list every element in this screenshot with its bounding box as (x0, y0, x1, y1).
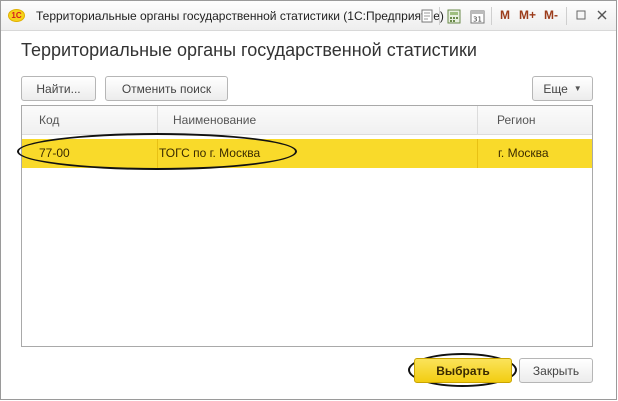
toolbar-divider (439, 7, 440, 25)
results-table: Код Наименование Регион 77-00 ТОГС по г.… (21, 105, 593, 347)
memory-plus-button[interactable]: M+ (519, 8, 536, 22)
window-title: Территориальные органы государственной с… (36, 9, 444, 23)
memory-minus-button[interactable]: M- (544, 8, 558, 22)
find-button[interactable]: Найти... (21, 76, 96, 101)
dialog-window: 1С Территориальные органы государственно… (0, 0, 617, 400)
column-divider (477, 139, 478, 168)
memory-m-button[interactable]: M (500, 8, 510, 22)
page-title: Территориальные органы государственной с… (21, 40, 477, 60)
calendar-day: 31 (473, 15, 482, 23)
calendar-icon[interactable]: 31 (469, 8, 485, 24)
cancel-search-button[interactable]: Отменить поиск (105, 76, 228, 101)
table-row-selected[interactable]: 77-00 ТОГС по г. Москва г. Москва (22, 139, 592, 168)
table-header: Код Наименование Регион (22, 106, 592, 135)
column-divider (157, 106, 158, 135)
column-divider (157, 139, 158, 168)
cell-code: 77-00 (39, 146, 70, 160)
title-bar: 1С Территориальные органы государственно… (1, 1, 616, 31)
document-icon[interactable] (419, 8, 435, 24)
column-header-region[interactable]: Регион (497, 106, 536, 135)
more-button[interactable]: Еще ▼ (532, 76, 593, 101)
select-button[interactable]: Выбрать (414, 358, 512, 383)
column-divider (477, 106, 478, 135)
column-header-name[interactable]: Наименование (173, 106, 256, 135)
column-header-code[interactable]: Код (39, 106, 59, 135)
toolbar-divider (566, 7, 567, 25)
app-logo-icon: 1С (8, 9, 25, 22)
cell-region: г. Москва (498, 146, 549, 160)
more-button-label: Еще (543, 81, 568, 96)
close-button[interactable]: Закрыть (519, 358, 593, 383)
cell-name: ТОГС по г. Москва (159, 146, 261, 160)
toolbar-divider (491, 7, 492, 25)
chevron-down-icon: ▼ (573, 84, 582, 93)
close-icon[interactable] (594, 7, 610, 23)
calculator-icon[interactable] (446, 8, 462, 24)
minimize-icon[interactable] (573, 7, 589, 23)
